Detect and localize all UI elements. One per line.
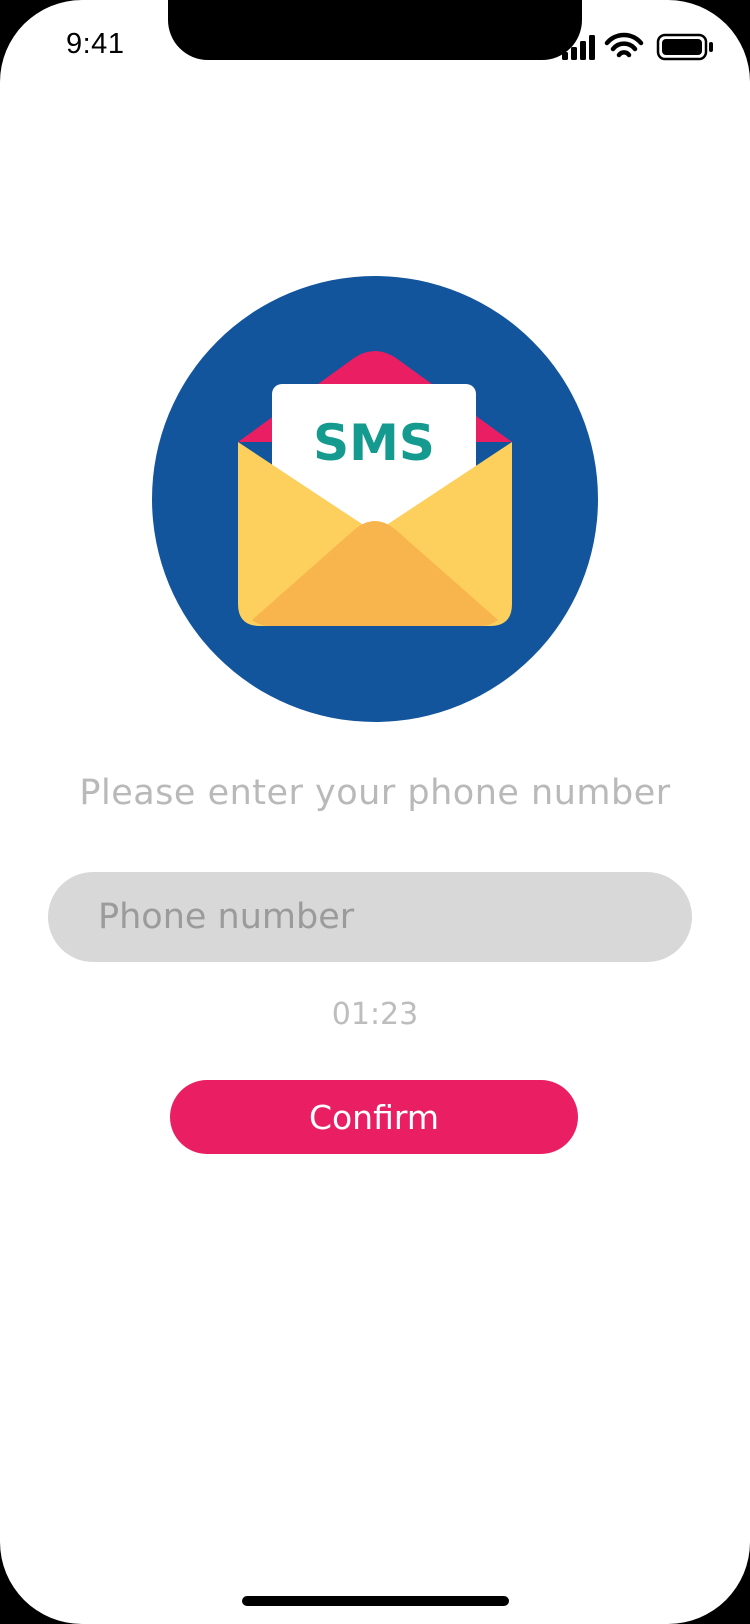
status-time: 9:41	[66, 28, 125, 60]
screen: 9:41 SMS Please enter your phone number …	[0, 0, 750, 1624]
countdown-timer: 01:23	[331, 997, 419, 1032]
phone-prompt-text: Please enter your phone number	[79, 773, 671, 813]
wifi-icon	[604, 32, 644, 58]
phone-number-input[interactable]	[48, 872, 692, 962]
device-frame: 9:41 SMS Please enter your phone number …	[0, 0, 750, 1624]
confirm-button[interactable]: Confirm	[170, 1080, 578, 1154]
cellular-signal-icon	[562, 35, 595, 60]
sms-badge-text: SMS	[313, 414, 435, 472]
battery-icon	[656, 33, 713, 61]
status-icons	[562, 32, 713, 61]
home-indicator	[242, 1596, 509, 1606]
sms-envelope-icon: SMS	[152, 276, 598, 722]
notch	[168, 0, 582, 60]
